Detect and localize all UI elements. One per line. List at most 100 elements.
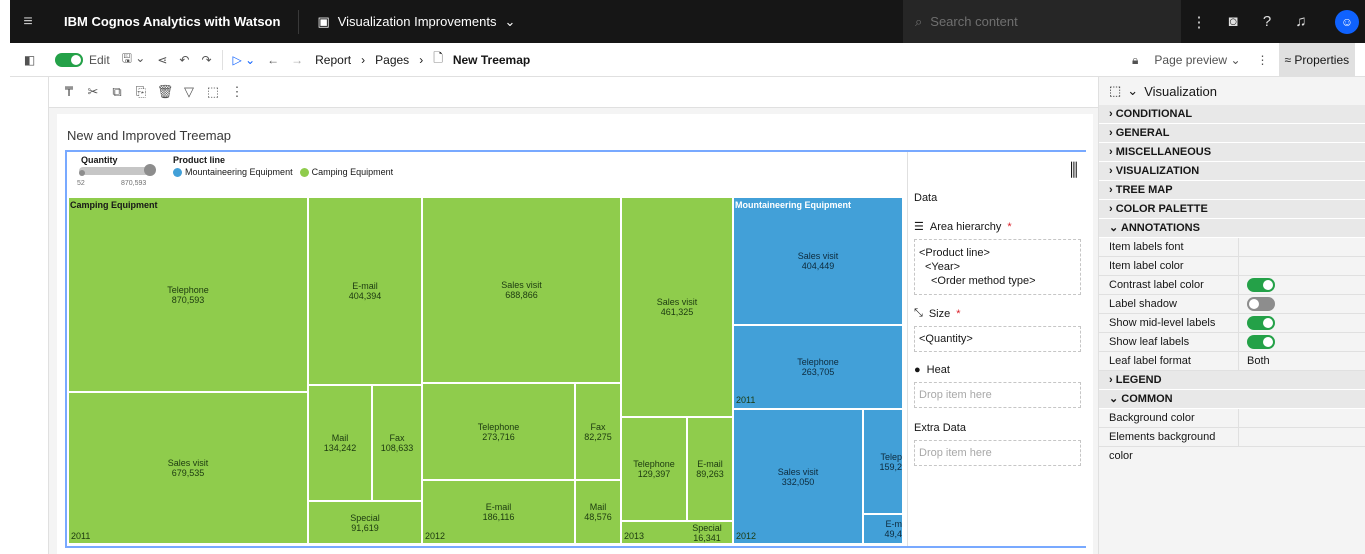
treemap-cell[interactable]: Sales visit 461,325 bbox=[621, 197, 733, 417]
page-preview-dropdown[interactable]: Page preview ⌄ bbox=[1148, 43, 1246, 77]
overflow-menu-icon[interactable]: ⋮ bbox=[1182, 0, 1216, 43]
legend-items: Mountaineering Equipment Camping Equipme… bbox=[173, 167, 393, 177]
chart-type-icon[interactable]: ⫼ bbox=[1070, 160, 1078, 181]
legend-item-mountaineering: Mountaineering Equipment bbox=[185, 167, 293, 177]
treemap-cell[interactable]: Telephone 870,593 bbox=[68, 197, 308, 392]
section-conditional[interactable]: › CONDITIONAL bbox=[1099, 105, 1365, 124]
size-dropzone[interactable]: <Quantity> bbox=[914, 326, 1081, 352]
year-label: 2011 bbox=[736, 395, 756, 405]
label-shadow-toggle[interactable] bbox=[1247, 297, 1275, 311]
prop-row[interactable]: Item labels font bbox=[1099, 238, 1365, 257]
properties-panel: ⬚ ⌄ Visualization › CONDITIONAL › GENERAL … bbox=[1098, 77, 1365, 554]
extra-data-dropzone[interactable]: Drop item here bbox=[914, 440, 1081, 466]
prop-row[interactable]: Show mid-level labels bbox=[1099, 314, 1365, 333]
year-label: 2012 bbox=[736, 531, 757, 541]
treemap-cell[interactable]: Sales visit 404,449 bbox=[733, 197, 903, 325]
edit-toggle[interactable]: Edit bbox=[49, 43, 116, 77]
more-icon[interactable]: ⋮ bbox=[225, 84, 249, 100]
help-icon[interactable]: ? bbox=[1250, 0, 1284, 43]
properties-button[interactable]: ≈ Properties bbox=[1278, 43, 1356, 77]
treemap-cell[interactable]: Sales visit 332,050 bbox=[733, 409, 863, 544]
section-annotations[interactable]: ⌄ ANNOTATIONS bbox=[1099, 219, 1365, 238]
treemap-cell[interactable]: E-mail 89,263 bbox=[687, 417, 733, 521]
select-icon[interactable]: ⬚ bbox=[201, 84, 225, 100]
back-arrow-icon[interactable]: ← bbox=[261, 43, 285, 77]
chevron-down-icon: ⌄ bbox=[504, 13, 516, 29]
treemap-cell[interactable]: Telep 159,2 bbox=[863, 409, 903, 514]
notification-icon[interactable]: ♫ bbox=[1284, 0, 1318, 43]
delete-icon[interactable]: 🗑 bbox=[153, 84, 177, 100]
document-switcher[interactable]: ▣ Visualization Improvements ⌄ bbox=[299, 14, 515, 30]
prop-row[interactable]: Contrast label color bbox=[1099, 276, 1365, 295]
year-label: 2012 bbox=[425, 531, 446, 541]
prop-row[interactable]: Label shadow bbox=[1099, 295, 1365, 314]
section-general[interactable]: › GENERAL bbox=[1099, 124, 1365, 143]
page-icon: 🗋 bbox=[433, 51, 443, 65]
preview-icon[interactable]: ◙ bbox=[1216, 0, 1250, 43]
hamburger-menu-icon[interactable]: ≡ bbox=[10, 0, 46, 43]
edit-switch[interactable] bbox=[55, 52, 83, 67]
leaf-labels-toggle[interactable] bbox=[1247, 335, 1275, 349]
save-icon[interactable]: 🖫 ⌄ bbox=[116, 43, 152, 77]
treemap-cell[interactable]: Mail 134,242 bbox=[308, 385, 372, 501]
undo-icon[interactable]: ↶ bbox=[173, 43, 195, 77]
treemap-cell[interactable]: Fax 108,633 bbox=[372, 385, 422, 501]
treemap-cell[interactable]: Telephone 263,705 bbox=[733, 325, 903, 409]
legend-product-line-label: Product line bbox=[173, 155, 226, 165]
properties-header[interactable]: ⬚ ⌄ Visualization bbox=[1099, 77, 1365, 105]
run-icon[interactable]: ▷ ⌄ bbox=[227, 43, 262, 77]
breadcrumb-report[interactable]: Report bbox=[315, 53, 351, 67]
section-visualization[interactable]: › VISUALIZATION bbox=[1099, 162, 1365, 181]
object-toolbar: ₸ ✂ ⧉ ⎘ 🗑 ▽ ⬚ ⋮ bbox=[49, 77, 1098, 108]
quantity-min-marker bbox=[79, 170, 85, 176]
toolbar-overflow-icon[interactable]: ⋮ bbox=[1251, 43, 1275, 77]
section-tree-map[interactable]: › TREE MAP bbox=[1099, 181, 1365, 200]
treemap-cell[interactable]: Fax 82,275 bbox=[575, 383, 621, 480]
section-common[interactable]: ⌄ COMMON bbox=[1099, 390, 1365, 409]
search-input[interactable]: ⌕ Search content bbox=[903, 0, 1181, 43]
panel-toggle-icon[interactable]: ◧ bbox=[10, 43, 49, 77]
area-hierarchy-dropzone[interactable]: <Product line> <Year> <Order method type… bbox=[914, 239, 1081, 295]
prop-row[interactable]: Leaf label format Both bbox=[1099, 352, 1365, 371]
format-painter-icon[interactable]: ₸ bbox=[57, 84, 81, 100]
quantity-min: 52 bbox=[77, 180, 85, 187]
treemap-cell[interactable]: Telephone 129,397 bbox=[621, 417, 687, 521]
share-icon[interactable]: ⋖ bbox=[151, 43, 173, 77]
year-label: 2011 bbox=[71, 531, 91, 541]
prop-row[interactable]: Item label color bbox=[1099, 257, 1365, 276]
treemap-cell[interactable]: E-m 49,4 bbox=[863, 514, 903, 544]
filter-icon[interactable]: ▽ bbox=[177, 84, 201, 100]
breadcrumb: Report › Pages › 🗋 New Treemap bbox=[309, 43, 536, 77]
treemap-visualization[interactable]: Quantity 52 870,593 Product line Mountai… bbox=[65, 150, 1086, 548]
copy-icon[interactable]: ⧉ bbox=[105, 84, 129, 100]
treemap-cell[interactable]: Telephone 273,716 bbox=[422, 383, 575, 480]
treemap-cell[interactable]: E-mail 404,394 bbox=[308, 197, 422, 385]
mid-level-labels-toggle[interactable] bbox=[1247, 316, 1275, 330]
prop-row[interactable]: Elements background color bbox=[1099, 428, 1365, 462]
breadcrumb-pages[interactable]: Pages bbox=[375, 53, 409, 67]
forward-arrow-icon[interactable]: → bbox=[285, 43, 309, 77]
legend-item-camping: Camping Equipment bbox=[311, 167, 394, 177]
paste-icon[interactable]: ⎘ bbox=[129, 84, 153, 100]
lock-icon[interactable]: 🔒︎ bbox=[1126, 43, 1144, 77]
cut-icon[interactable]: ✂ bbox=[81, 84, 105, 100]
contrast-label-toggle[interactable] bbox=[1247, 278, 1275, 292]
prop-row[interactable]: Show leaf labels bbox=[1099, 333, 1365, 352]
report-icon: ▣ bbox=[317, 13, 330, 29]
heat-dropzone[interactable]: Drop item here bbox=[914, 382, 1081, 408]
treemap-cell[interactable]: Special 91,619 bbox=[308, 501, 422, 544]
user-avatar-icon[interactable]: ☺ bbox=[1335, 10, 1359, 34]
section-legend[interactable]: › LEGEND bbox=[1099, 371, 1365, 390]
report-toolbar: ◧ Edit 🖫 ⌄ ⋖ ↶ ↷ ▷ ⌄ ← → Report › Pages … bbox=[10, 43, 1365, 77]
treemap-cell[interactable]: Sales visit 679,535 bbox=[68, 392, 308, 544]
report-title[interactable]: New and Improved Treemap bbox=[67, 128, 231, 143]
resize-icon: ⤡ bbox=[914, 307, 923, 319]
section-color-palette[interactable]: › COLOR PALETTE bbox=[1099, 200, 1365, 219]
redo-icon[interactable]: ↷ bbox=[195, 43, 217, 77]
left-rail bbox=[10, 77, 49, 554]
treemap-cell[interactable]: Mail 48,576 bbox=[575, 480, 621, 544]
prop-row[interactable]: Background color bbox=[1099, 409, 1365, 428]
treemap-cell[interactable]: Sales visit 688,866 bbox=[422, 197, 621, 383]
section-miscellaneous[interactable]: › MISCELLANEOUS bbox=[1099, 143, 1365, 162]
data-panel: ⫼ Data ☰ Area hierarchy * <Product line> <… bbox=[907, 152, 1086, 546]
